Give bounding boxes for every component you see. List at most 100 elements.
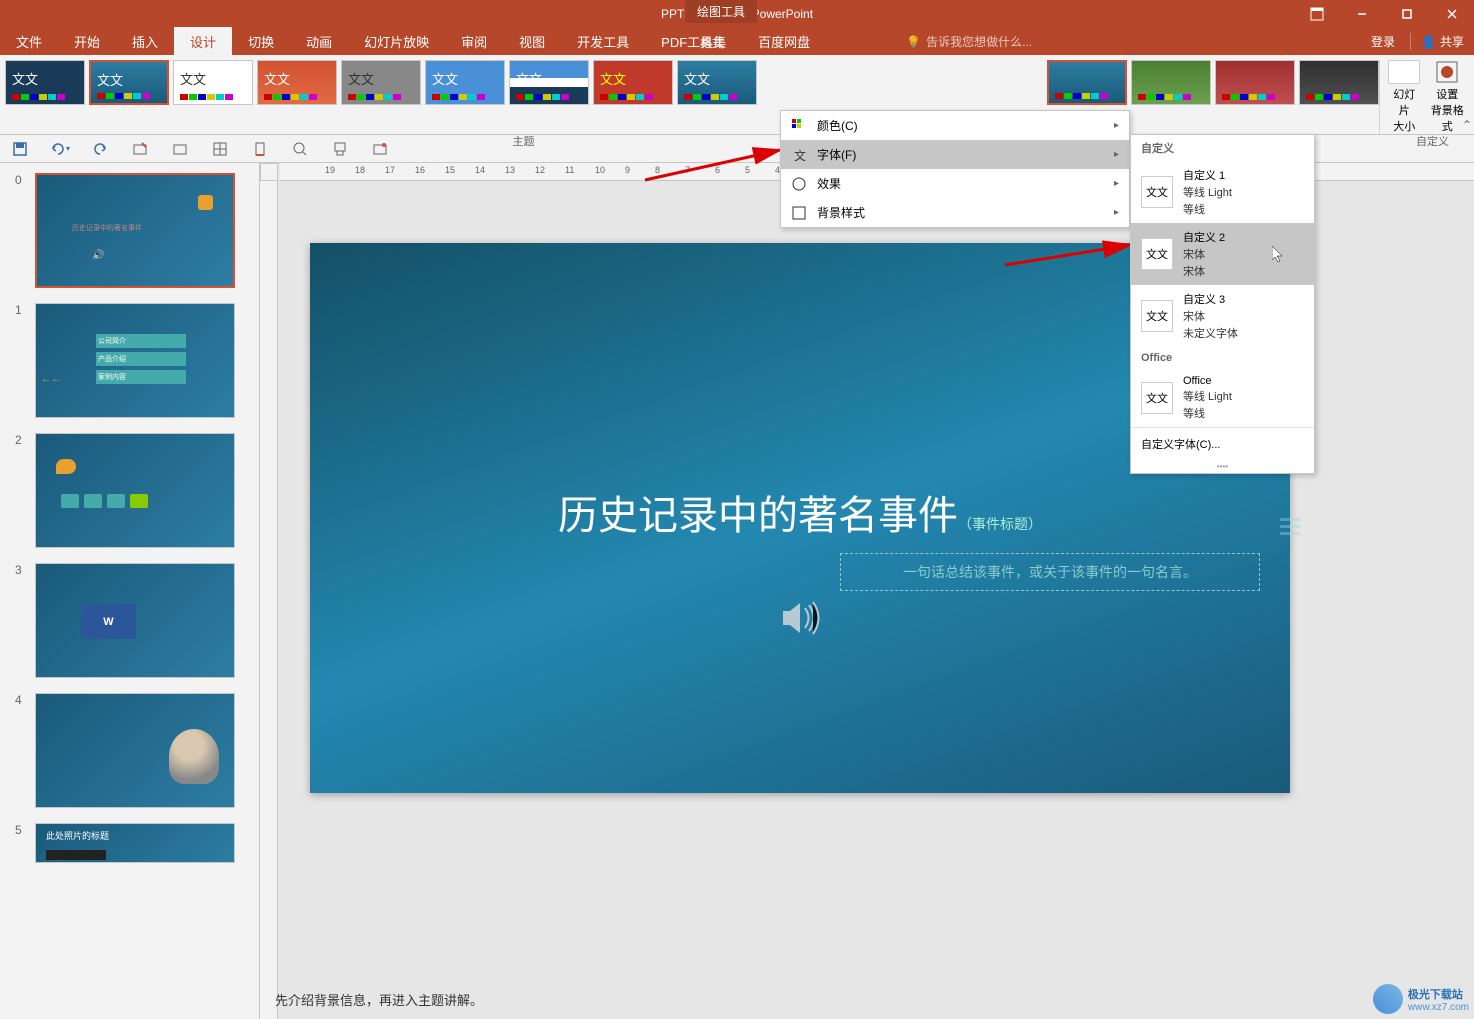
tab-review[interactable]: 审阅 xyxy=(445,27,503,56)
tab-design[interactable]: 设计 xyxy=(174,27,232,56)
minimize-icon[interactable] xyxy=(1339,0,1384,28)
variant-dark[interactable] xyxy=(1299,60,1379,105)
slide-subtitle-textbox[interactable]: 一句话总结该事件，或关于该事件的一句名言。 xyxy=(840,553,1260,591)
dropdown-colors[interactable]: 颜色(C) ▸ xyxy=(781,111,1129,140)
slide-thumb-0[interactable]: 历史记录中的著名事件 🔊 xyxy=(35,173,235,288)
customize-fonts-link[interactable]: 自定义字体(C)... xyxy=(1131,427,1314,460)
effects-icon xyxy=(791,176,807,192)
bg-styles-icon xyxy=(791,205,807,221)
undo-button[interactable]: ▾ xyxy=(50,139,70,159)
submenu-office-header: Office xyxy=(1131,347,1314,369)
maximize-icon[interactable] xyxy=(1384,0,1429,28)
variant-red[interactable] xyxy=(1215,60,1295,105)
ruler-corner[interactable] xyxy=(260,163,278,181)
font-custom2[interactable]: 文文 自定义 2 宋体 宋体 xyxy=(1131,223,1314,285)
slide-item-1[interactable]: 1 公司简介 产品介绍 案例内容 ←← xyxy=(15,303,244,418)
variants-dropdown: 颜色(C) ▸ 文 字体(F) ▸ 效果 ▸ 背景样式 ▸ xyxy=(780,110,1130,228)
tab-slideshow[interactable]: 幻灯片放映 xyxy=(348,27,445,56)
tab-developer[interactable]: 开发工具 xyxy=(561,27,645,56)
slide-panel[interactable]: 0 历史记录中的著名事件 🔊 1 公司简介 产品介绍 案例内容 ←← 2 xyxy=(0,163,260,1019)
qat-btn-10[interactable] xyxy=(370,139,390,159)
tab-animations[interactable]: 动画 xyxy=(290,27,348,56)
tell-me-input[interactable]: 💡 告诉我您想做什么... xyxy=(906,33,1032,50)
font-custom1[interactable]: 文文 自定义 1 等线 Light 等线 xyxy=(1131,161,1314,223)
qat-btn-9[interactable] xyxy=(330,139,350,159)
close-icon[interactable] xyxy=(1429,0,1474,28)
collapse-ribbon-icon[interactable]: ⌃ xyxy=(1462,118,1472,132)
bg-format-icon xyxy=(1435,60,1459,84)
titlebar: PPT教程2.pptx - PowerPoint 绘图工具 xyxy=(0,0,1474,28)
ribbon-tabs: 文件 开始 插入 设计 切换 动画 幻灯片放映 审阅 视图 开发工具 PDF工具… xyxy=(0,28,1474,55)
qat-btn-4[interactable] xyxy=(130,139,150,159)
theme-teal2[interactable]: 文文 xyxy=(677,60,757,105)
font-office[interactable]: 文文 Office 等线 Light 等线 xyxy=(1131,369,1314,427)
slide-thumb-5[interactable]: 此处照片的标题 xyxy=(35,823,235,863)
font-preview-icon: 文文 xyxy=(1141,382,1173,414)
qat-btn-8[interactable] xyxy=(290,139,310,159)
variant-teal[interactable] xyxy=(1047,60,1127,105)
theme-dark-blue[interactable]: 文文 xyxy=(5,60,85,105)
tab-home[interactable]: 开始 xyxy=(58,27,116,56)
slide-title[interactable]: 历史记录中的著名事件（事件标题） xyxy=(310,483,1290,541)
chevron-right-icon: ▸ xyxy=(1114,178,1119,189)
tab-baidu[interactable]: 百度网盘 xyxy=(742,27,826,56)
slide-item-0[interactable]: 0 历史记录中的著名事件 🔊 xyxy=(15,173,244,288)
save-button[interactable] xyxy=(10,139,30,159)
qat-btn-6[interactable] xyxy=(210,139,230,159)
vertical-ruler[interactable] xyxy=(260,181,278,1019)
audio-icon[interactable] xyxy=(775,593,825,643)
svg-text:文: 文 xyxy=(794,148,806,162)
slide-thumb-4[interactable] xyxy=(35,693,235,808)
slide-item-2[interactable]: 2 xyxy=(15,433,244,548)
font-custom3[interactable]: 文文 自定义 3 宋体 未定义字体 xyxy=(1131,285,1314,347)
slide-item-5[interactable]: 5 此处照片的标题 xyxy=(15,823,244,863)
customize-group-label: 自定义 xyxy=(1416,133,1449,149)
drawing-tools-label: 绘图工具 xyxy=(685,0,757,23)
decoration-icon xyxy=(198,195,213,210)
dropdown-fonts[interactable]: 文 字体(F) ▸ xyxy=(781,140,1129,169)
font-preview-icon: 文文 xyxy=(1141,176,1173,208)
theme-blue-stripe[interactable]: 文文 xyxy=(509,60,589,105)
theme-orange[interactable]: 文文 xyxy=(257,60,337,105)
fonts-icon: 文 xyxy=(791,147,807,163)
themes-group-label: 主题 xyxy=(513,133,535,149)
slide-thumb-1[interactable]: 公司简介 产品介绍 案例内容 ←← xyxy=(35,303,235,418)
theme-red[interactable]: 文文 xyxy=(593,60,673,105)
chevron-right-icon: ▸ xyxy=(1114,149,1119,160)
tab-view[interactable]: 视图 xyxy=(503,27,561,56)
slide-size-button[interactable]: 幻灯片 大小 xyxy=(1388,60,1421,134)
qat-btn-7[interactable] xyxy=(250,139,270,159)
fonts-submenu: 自定义 文文 自定义 1 等线 Light 等线 文文 自定义 2 宋体 宋体 … xyxy=(1130,134,1315,474)
slide-item-4[interactable]: 4 xyxy=(15,693,244,808)
share-button[interactable]: 👤 共享 xyxy=(1410,33,1464,50)
tab-format[interactable]: 格式 xyxy=(685,28,739,57)
chevron-right-icon: ▸ xyxy=(1114,207,1119,218)
redo-button[interactable] xyxy=(90,139,110,159)
font-preview-icon: 文文 xyxy=(1141,238,1173,270)
ribbon-options-icon[interactable] xyxy=(1294,0,1339,28)
theme-teal[interactable]: 文文 xyxy=(89,60,169,105)
slide-thumb-2[interactable] xyxy=(35,433,235,548)
tab-transitions[interactable]: 切换 xyxy=(232,27,290,56)
login-link[interactable]: 登录 xyxy=(1371,33,1395,50)
slide-size-icon xyxy=(1388,60,1420,84)
slide-thumb-3[interactable]: W xyxy=(35,563,235,678)
dropdown-effects[interactable]: 效果 ▸ xyxy=(781,169,1129,198)
lightbulb-icon: 💡 xyxy=(906,35,921,49)
qat-btn-5[interactable] xyxy=(170,139,190,159)
tab-insert[interactable]: 插入 xyxy=(116,27,174,56)
theme-gray[interactable]: 文文 xyxy=(341,60,421,105)
dropdown-bg-styles[interactable]: 背景样式 ▸ xyxy=(781,198,1129,227)
variant-green[interactable] xyxy=(1131,60,1211,105)
theme-white[interactable]: 文文 xyxy=(173,60,253,105)
ribbon-content: 文文 文文 文文 文文 文文 文文 文文 文文 文文 主题 幻灯片 大小 设置 … xyxy=(0,55,1474,135)
theme-light-blue[interactable]: 文文 xyxy=(425,60,505,105)
resize-grip-icon[interactable]: •••• xyxy=(1131,460,1314,473)
submenu-custom-header: 自定义 xyxy=(1131,135,1314,161)
chevron-right-icon: ▸ xyxy=(1114,120,1119,131)
font-preview-icon: 文文 xyxy=(1141,300,1173,332)
tab-file[interactable]: 文件 xyxy=(0,27,58,56)
watermark: 极光下载站 www.xz7.com xyxy=(1373,984,1469,1014)
slide-item-3[interactable]: 3 W xyxy=(15,563,244,678)
notes-text[interactable]: 先介绍背景信息，再进入主题讲解。 xyxy=(275,990,483,1009)
